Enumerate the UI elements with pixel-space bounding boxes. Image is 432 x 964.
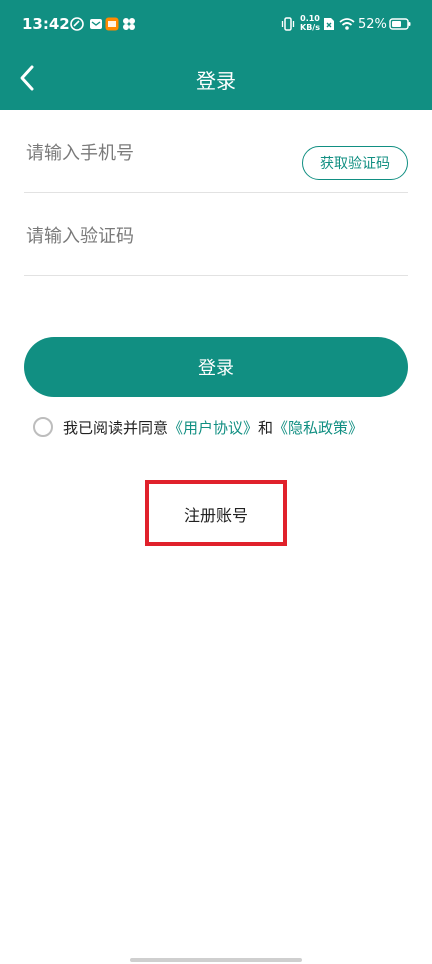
status-time: 13:42 bbox=[22, 15, 70, 33]
register-account-link[interactable]: 注册账号 bbox=[149, 502, 283, 526]
no-sim-icon bbox=[324, 18, 334, 30]
register-highlight-box: 注册账号 bbox=[145, 480, 287, 546]
battery-icon bbox=[389, 18, 411, 30]
battery-percent: 52% bbox=[358, 17, 387, 32]
home-indicator[interactable] bbox=[130, 958, 302, 962]
vibrate-icon bbox=[281, 17, 295, 31]
code-field-row bbox=[24, 193, 408, 276]
user-agreement-link[interactable]: 《用户协议》 bbox=[168, 417, 258, 438]
status-bar: 13:42 0.10 KB/s 52% bbox=[0, 0, 432, 52]
login-button[interactable]: 登录 bbox=[24, 337, 408, 397]
agreement-checkbox[interactable] bbox=[33, 417, 53, 437]
privacy-policy-link[interactable]: 《隐私政策》 bbox=[273, 417, 363, 438]
agreement-and: 和 bbox=[258, 418, 274, 437]
app-header: 登录 bbox=[0, 52, 432, 110]
page-title: 登录 bbox=[196, 69, 236, 93]
code-input[interactable] bbox=[24, 221, 288, 251]
network-speed: 0.10 KB/s bbox=[299, 14, 321, 32]
mail-notification-icon bbox=[90, 19, 102, 29]
agreement-prefix: 我已阅读并同意 bbox=[63, 418, 169, 437]
phone-input[interactable] bbox=[24, 138, 288, 168]
top-bar: 13:42 0.10 KB/s 52% 登录 bbox=[0, 0, 432, 110]
wifi-icon bbox=[339, 18, 355, 30]
taobao-notification-icon bbox=[105, 17, 119, 31]
app-notification-icon bbox=[70, 17, 84, 31]
clover-notification-icon bbox=[123, 18, 135, 30]
network-speed-value: 0.10 bbox=[300, 14, 320, 23]
phone-field-row: 获取验证码 bbox=[24, 110, 408, 193]
agreement-row: 我已阅读并同意 《用户协议》 和 《隐私政策》 bbox=[33, 414, 363, 440]
network-speed-unit: KB/s bbox=[300, 23, 320, 32]
login-screen: 13:42 0.10 KB/s 52% 登录 请输入手机号 获取验证码 请输入验… bbox=[0, 0, 432, 964]
get-code-button[interactable]: 获取验证码 bbox=[302, 146, 408, 180]
